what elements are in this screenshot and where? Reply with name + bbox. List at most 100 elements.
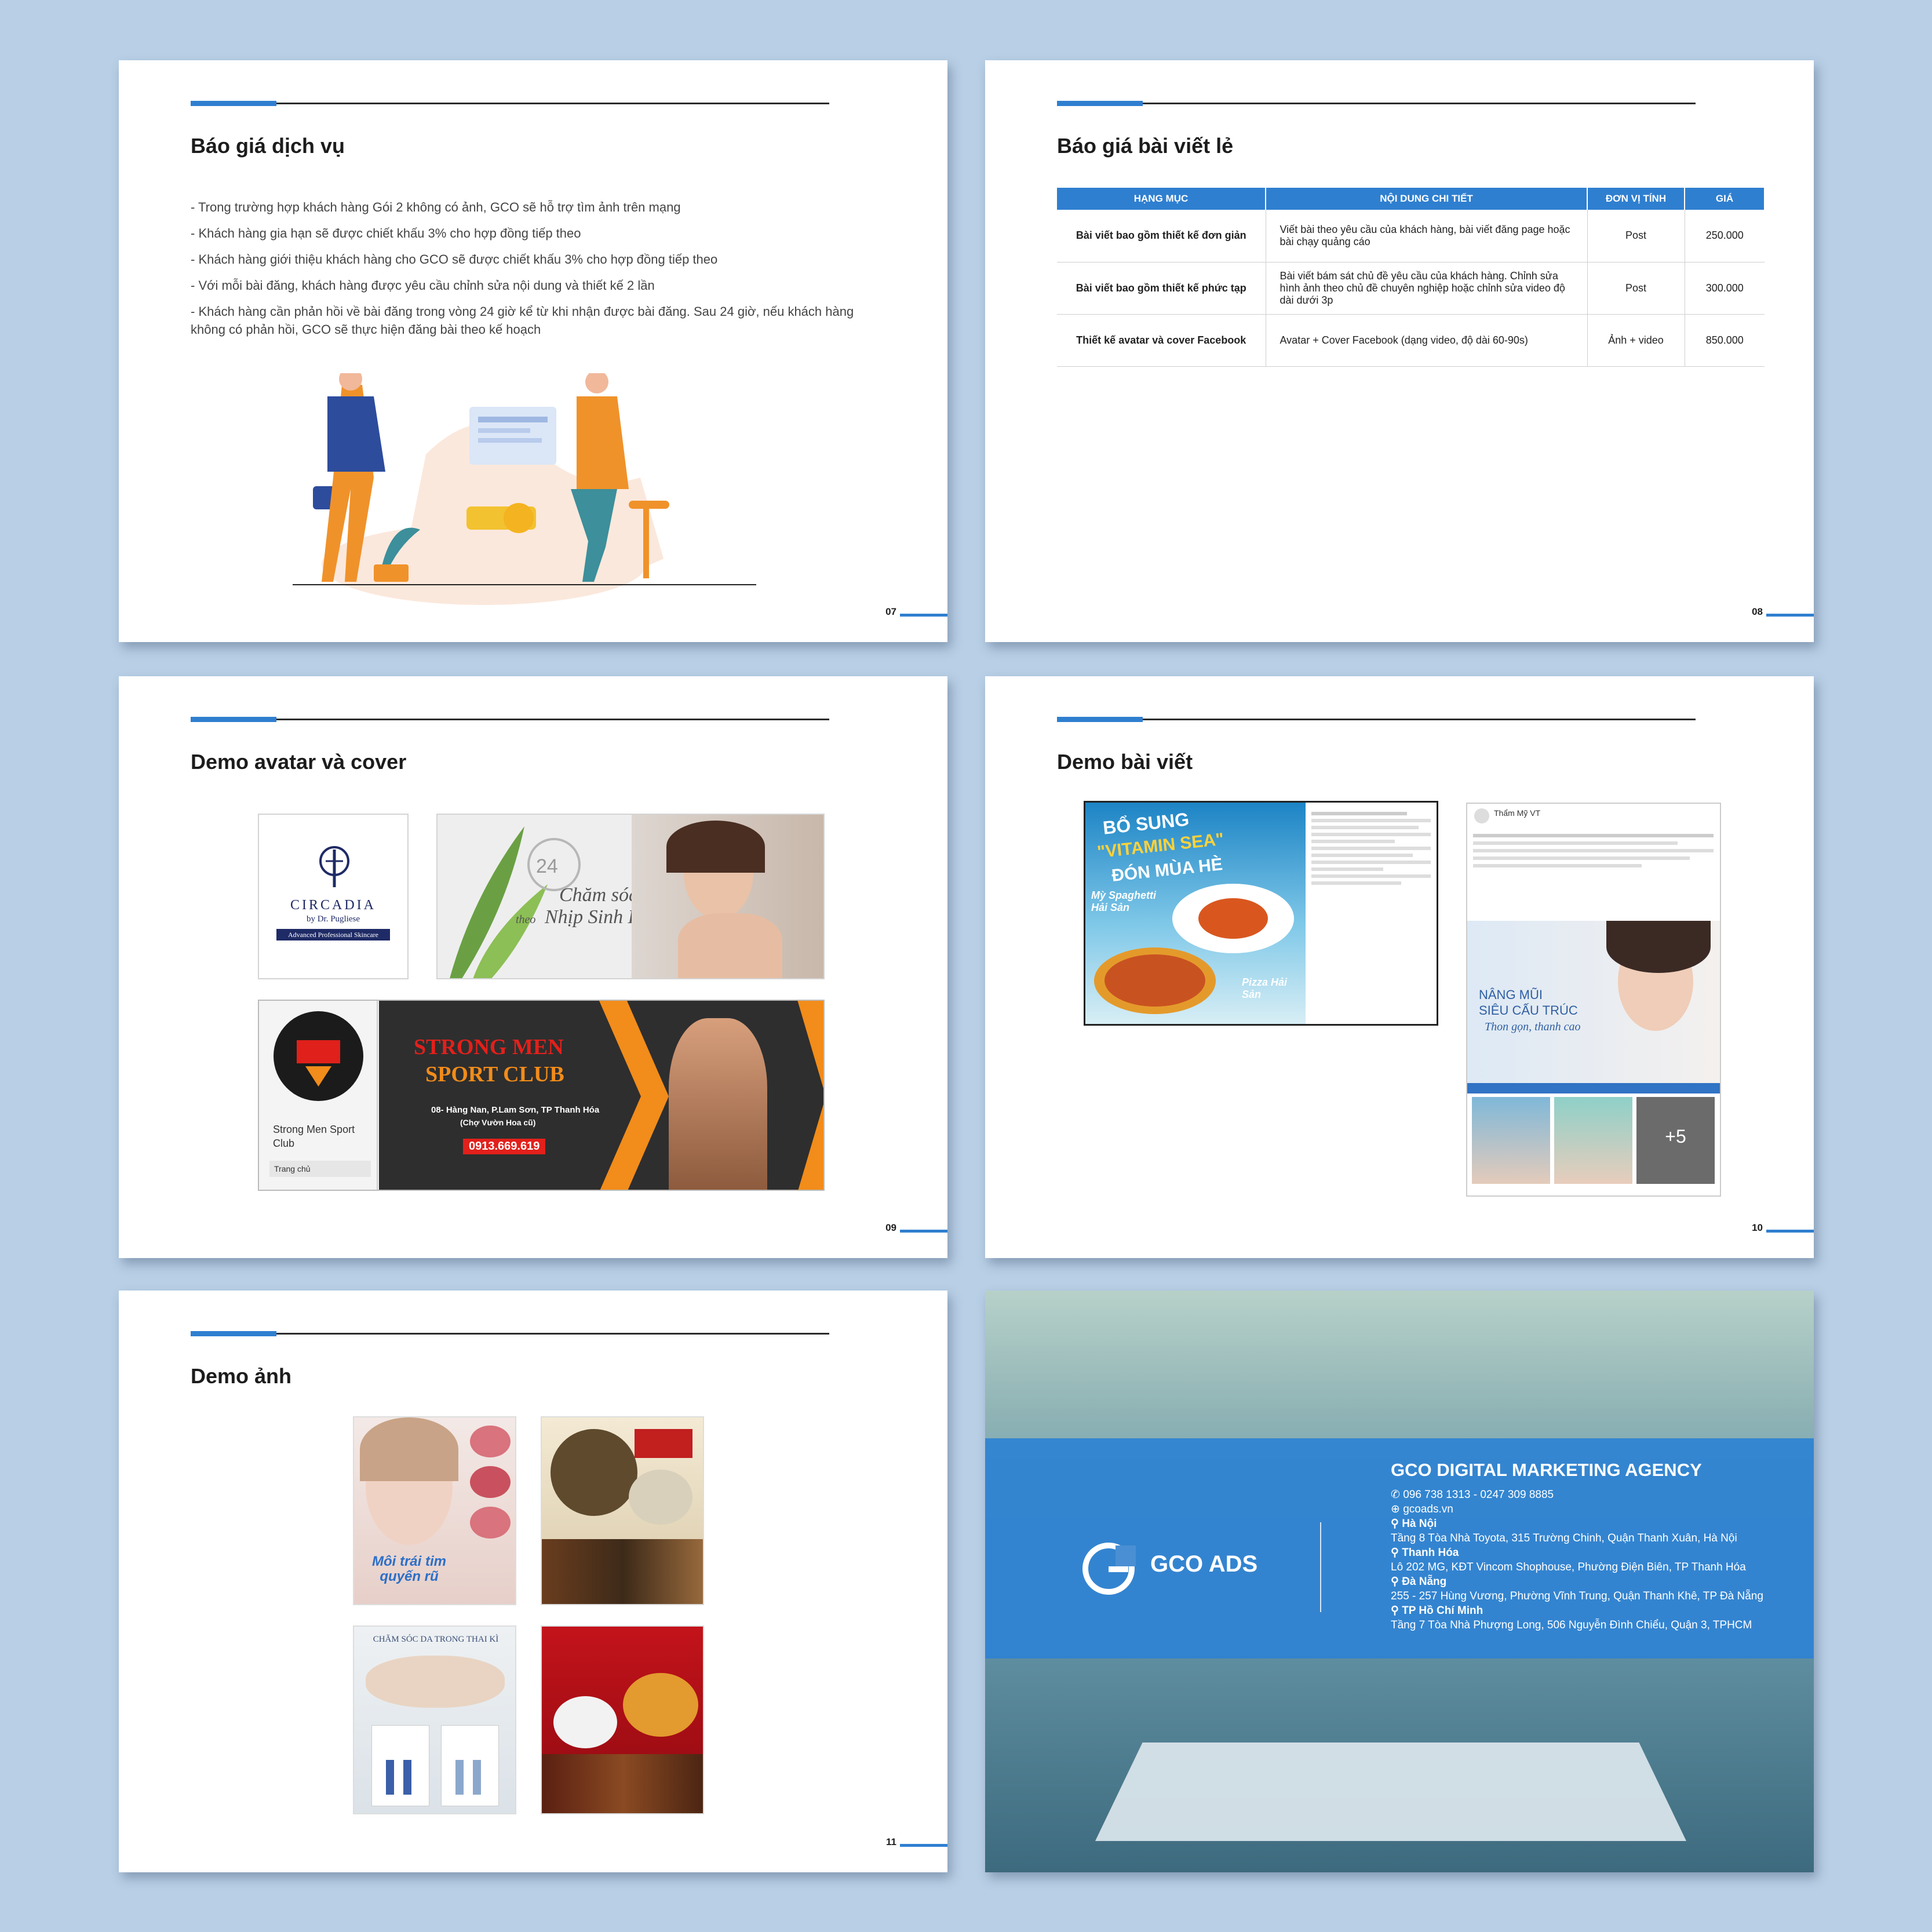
thumb-1 xyxy=(1472,1097,1550,1184)
demo-photo-food xyxy=(541,1416,704,1605)
cell-price: 300.000 xyxy=(1685,262,1765,315)
fb-tab-home[interactable]: Trang chủ xyxy=(269,1161,371,1177)
divider xyxy=(1320,1522,1321,1612)
slide-07: Báo giá dịch vụ - Trong trường hợp khách… xyxy=(119,60,947,642)
page-rule xyxy=(900,1230,947,1233)
bullet-item: - Khách hàng cần phản hồi về bài đăng tr… xyxy=(191,304,854,337)
post-info-strip xyxy=(1467,1083,1720,1093)
cell-unit: Ảnh + video xyxy=(1587,314,1685,367)
dish-2-label: Pizza Hải Sản xyxy=(1242,976,1288,1000)
cell-price: 850.000 xyxy=(1685,314,1765,367)
post-image: BỔ SUNG "VITAMIN SEA" ĐÓN MÙA HÈ Mỳ Spag… xyxy=(1085,803,1306,1024)
office-city: ⚲ Thanh Hóa xyxy=(1391,1547,1459,1559)
table-row: Thiết kế avatar và cover Facebook Avatar… xyxy=(1057,314,1765,367)
gym-title-1: STRONG MEN xyxy=(414,1035,564,1059)
office-address: Tầng 7 Tòa Nhà Phượng Long, 506 Nguyễn Đ… xyxy=(1391,1619,1752,1631)
gym-address: 08- Hàng Nan, P.Lam Sơn, TP Thanh Hóa xyxy=(431,1105,600,1115)
post2-head-1: NÂNG MŨI xyxy=(1479,987,1543,1002)
cell-detail: Viết bài theo yêu cầu của khách hàng, bà… xyxy=(1266,210,1588,263)
post-caption-lines xyxy=(1473,830,1714,872)
skincare-cover: 24 Chăm sóc da theo Nhịp Sinh Học xyxy=(436,814,825,979)
thumb-more[interactable]: +5 xyxy=(1636,1097,1715,1184)
page-avatar xyxy=(1474,808,1489,823)
fb-page-sidebar: Strong Men Sport Club Trang chủ xyxy=(259,1001,378,1190)
office-address: Lô 202 MG, KĐT Vincom Shophouse, Phường … xyxy=(1391,1561,1746,1573)
slide-title: Báo giá bài viết lẻ xyxy=(1057,134,1234,158)
model-photo xyxy=(632,815,823,978)
page-number: 08 xyxy=(1752,606,1763,617)
website[interactable]: gcoads.vn xyxy=(1403,1503,1453,1515)
pizza-image xyxy=(1094,947,1216,1014)
gym-cover: Strong Men Sport Club Trang chủ STRONG M… xyxy=(258,1000,825,1191)
title-rule xyxy=(191,1331,829,1336)
cover-line-2: theo xyxy=(516,913,536,926)
phone-line: ✆ 096 738 1313 - 0247 309 8885 xyxy=(1391,1488,1763,1502)
handshake-illustration xyxy=(293,373,756,605)
photo-3-caption: CHĂM SÓC DA TRONG THAI KÌ xyxy=(373,1635,499,1644)
post-page-name: Thẩm Mỹ VT xyxy=(1494,808,1541,818)
table-row: Bài viết bao gồm thiết kế đơn giản Viết … xyxy=(1057,210,1765,263)
location-pin-icon: ⚲ xyxy=(1391,1547,1402,1559)
cell-unit: Post xyxy=(1587,210,1685,263)
slide-title: Báo giá dịch vụ xyxy=(191,134,345,158)
gym-avatar xyxy=(274,1011,363,1101)
demo-photo-skincare: CHĂM SÓC DA TRONG THAI KÌ xyxy=(353,1625,516,1814)
demo-photo-lips: Môi trái tim quyến rũ xyxy=(353,1416,516,1605)
col-header-price: GIÁ xyxy=(1685,188,1765,210)
page-rule xyxy=(900,614,947,617)
agency-name: GCO DIGITAL MARKETING AGENCY xyxy=(1391,1460,1702,1480)
cell-price: 250.000 xyxy=(1685,210,1765,263)
cell-category: Bài viết bao gồm thiết kế đơn giản xyxy=(1057,210,1266,263)
brand-name: GCO ADS xyxy=(1150,1551,1258,1577)
spaghetti-plate xyxy=(1172,884,1294,953)
slide-title: Demo ảnh xyxy=(191,1364,292,1388)
leaf-decoration xyxy=(450,826,548,978)
dish-1-label: Mỳ Spaghetti Hải Sản xyxy=(1091,890,1157,913)
seafood-post: BỔ SUNG "VITAMIN SEA" ĐÓN MÙA HÈ Mỳ Spag… xyxy=(1084,801,1438,1026)
post2-head-3: Thon gọn, thanh cao xyxy=(1485,1020,1581,1033)
location-pin-icon: ⚲ xyxy=(1391,1576,1402,1588)
post-main-image: NÂNG MŨI SIÊU CẤU TRÚC Thon gọn, thanh c… xyxy=(1467,921,1720,1083)
gym-address-note: (Chợ Vườn Hoa cũ) xyxy=(460,1118,536,1127)
logo-name: CIRCADIA xyxy=(290,898,376,913)
page-number: 10 xyxy=(1752,1222,1763,1233)
page-number: 07 xyxy=(885,606,896,617)
phone-icon: ✆ xyxy=(1391,1489,1404,1501)
office-city: ⚲ TP Hồ Chí Minh xyxy=(1391,1605,1483,1617)
fb-page-name: Strong Men Sport Club xyxy=(273,1124,355,1149)
thumb-2 xyxy=(1554,1097,1632,1184)
post-head-3: ĐÓN MÙA HÈ xyxy=(1110,855,1224,885)
gym-banner: STRONG MEN SPORT CLUB 08- Hàng Nan, P.La… xyxy=(379,1001,823,1190)
logo-byline: by Dr. Pugliese xyxy=(306,914,360,924)
circadia-logo-icon xyxy=(319,846,349,887)
title-rule xyxy=(1057,101,1696,106)
office-address: Tầng 8 Tòa Nhà Toyota, 315 Trường Chinh,… xyxy=(1391,1532,1737,1544)
gym-title-2: SPORT CLUB xyxy=(425,1062,564,1087)
bullet-item: - Với mỗi bài đăng, khách hàng được yêu … xyxy=(191,278,655,293)
athletes-photo xyxy=(669,1018,767,1190)
cell-detail: Avatar + Cover Facebook (dạng video, độ … xyxy=(1266,314,1588,367)
location-pin-icon: ⚲ xyxy=(1391,1518,1402,1530)
office-address: 255 - 257 Hùng Vương, Phường Vĩnh Trung,… xyxy=(1391,1590,1763,1602)
gco-logo-icon xyxy=(1082,1543,1136,1595)
bullet-list: - Trong trường hợp khách hàng Gói 2 khôn… xyxy=(191,198,857,347)
office-city: ⚲ Đà Nẵng xyxy=(1391,1576,1447,1588)
cell-detail: Bài viết bám sát chủ đề yêu cầu của khác… xyxy=(1266,262,1588,315)
title-rule xyxy=(1057,717,1696,722)
bullet-item: - Khách hàng gia hạn sẽ được chiết khấu … xyxy=(191,226,581,240)
page-rule xyxy=(1766,1230,1814,1233)
table-row: Bài viết bao gồm thiết kế phức tạp Bài v… xyxy=(1057,262,1765,315)
logo-tagline: Advanced Professional Skincare xyxy=(276,929,390,941)
slide-10: Demo bài viết BỔ SUNG "VITAMIN SEA" ĐÓN … xyxy=(985,676,1814,1258)
title-rule xyxy=(191,717,829,722)
slide-title: Demo bài viết xyxy=(1057,750,1193,774)
agency-contact: GCO DIGITAL MARKETING AGENCY ✆ 096 738 1… xyxy=(1391,1460,1763,1632)
clock-number: 24 xyxy=(536,855,558,877)
page-rule xyxy=(900,1844,947,1847)
keyboard-background xyxy=(985,1656,1814,1872)
bullet-item: - Trong trường hợp khách hàng Gói 2 khôn… xyxy=(191,200,681,214)
title-rule xyxy=(191,101,829,106)
price-table: HẠNG MỤC NỘI DUNG CHI TIẾT ĐƠN VỊ TÍNH G… xyxy=(1057,188,1765,367)
col-header-category: HẠNG MỤC xyxy=(1057,188,1266,210)
gym-phone: 0913.669.619 xyxy=(463,1139,546,1154)
